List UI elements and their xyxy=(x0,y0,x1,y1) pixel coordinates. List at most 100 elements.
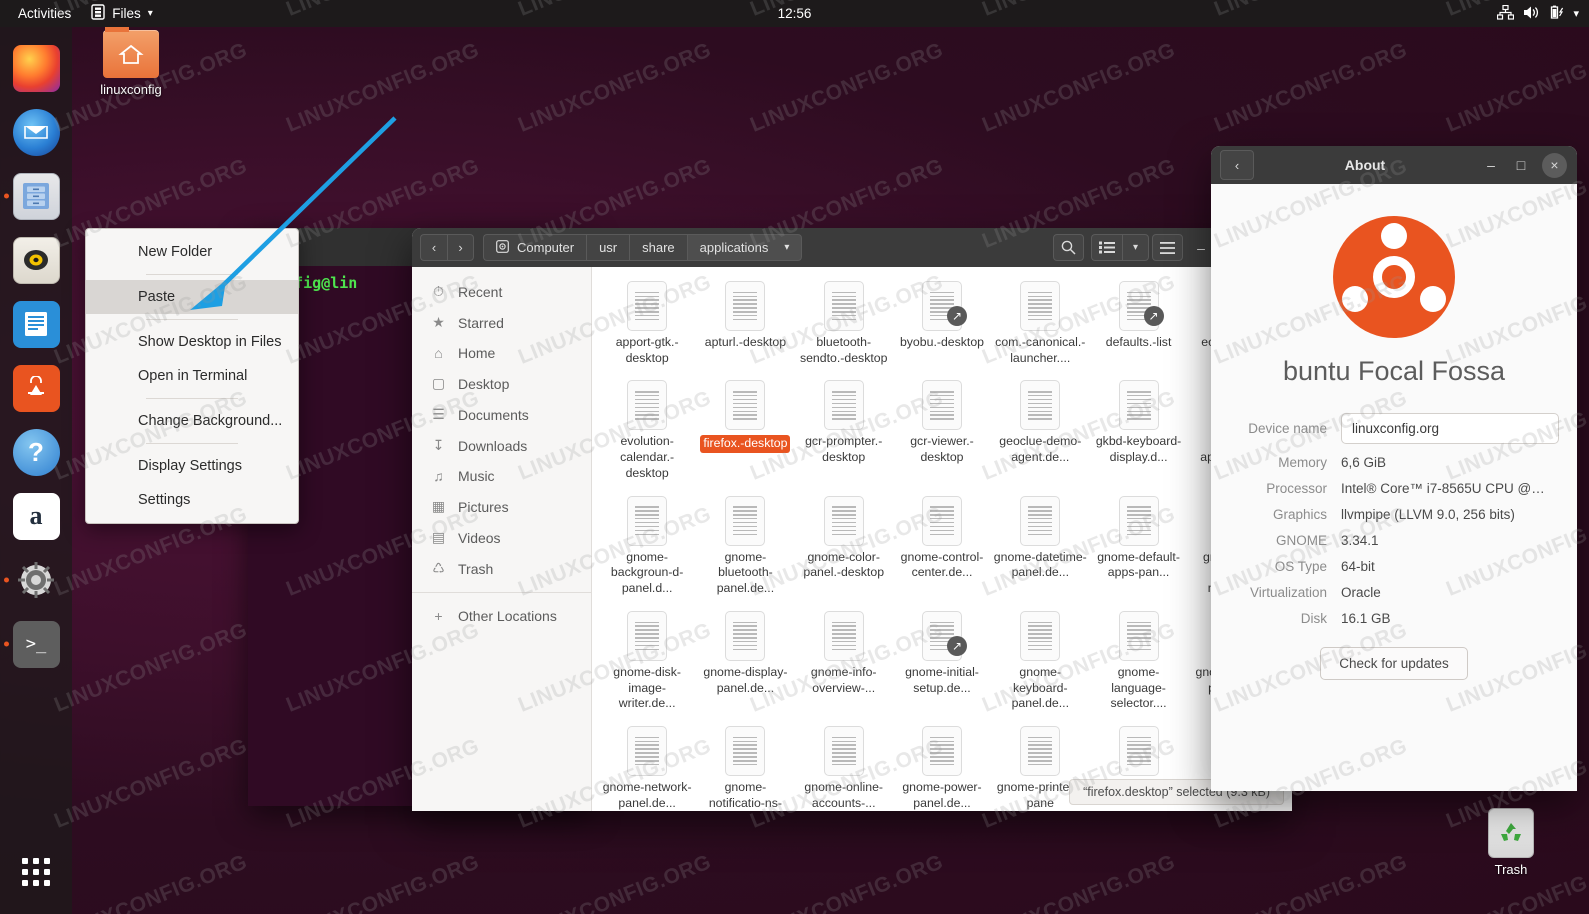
context-menu-item-paste[interactable]: Paste xyxy=(86,280,298,314)
file-item[interactable]: gnome-color-panel.-desktop xyxy=(795,492,893,601)
device-name-field[interactable]: linuxconfig.org xyxy=(1341,412,1559,444)
context-menu-item-settings[interactable]: Settings xyxy=(86,483,298,517)
maximize-button[interactable]: □ xyxy=(1506,151,1536,179)
chevron-down-icon[interactable]: ▾ xyxy=(784,242,789,253)
about-title: About xyxy=(1344,157,1386,173)
breadcrumb-applications[interactable]: applications ▾ xyxy=(686,234,803,261)
file-manager-window[interactable]: ‹ › Computer usr share applications ▾ ▾ … xyxy=(412,228,1292,811)
about-row-value: 6,6 GiB xyxy=(1341,454,1387,470)
clock[interactable]: 12:56 xyxy=(778,6,812,21)
file-item[interactable]: gnome-network-panel.de... xyxy=(598,722,696,811)
file-item[interactable]: evolution-calendar.-desktop xyxy=(598,376,696,485)
sidebar-item-other-locations[interactable]: + Other Locations xyxy=(412,601,591,631)
dock-item-amazon[interactable]: a xyxy=(0,484,72,548)
file-item[interactable]: bluetooth-sendto.-desktop xyxy=(795,277,893,370)
file-item[interactable]: gnome-bluetooth-panel.de... xyxy=(696,492,794,601)
app-menu-files[interactable]: Files ▾ xyxy=(81,0,163,27)
sidebar-item-documents[interactable]: ☰ Documents xyxy=(412,399,591,430)
dock-item-libreoffice-writer[interactable] xyxy=(0,292,72,356)
sidebar-item-desktop[interactable]: ▢ Desktop xyxy=(412,368,591,399)
dock-item-rhythmbox[interactable] xyxy=(0,228,72,292)
file-item[interactable]: gkbd-keyboard-display.d... xyxy=(1089,376,1187,485)
view-toggle-group[interactable]: ▾ xyxy=(1091,234,1149,261)
about-titlebar[interactable]: ‹ About – □ × xyxy=(1211,146,1577,184)
file-manager-titlebar[interactable]: ‹ › Computer usr share applications ▾ ▾ … xyxy=(412,228,1292,267)
file-item[interactable]: ↗ byobu.-desktop xyxy=(893,277,991,370)
back-button[interactable]: ‹ xyxy=(420,234,447,261)
dock-item-firefox[interactable] xyxy=(0,36,72,100)
dock-item-files[interactable] xyxy=(0,164,72,228)
music-icon: ♫ xyxy=(433,468,444,484)
file-item[interactable]: ↗ defaults.-list xyxy=(1089,277,1187,370)
about-dialog[interactable]: ‹ About – □ × buntu Focal Fossa Device n… xyxy=(1211,146,1577,791)
check-for-updates-button[interactable]: Check for updates xyxy=(1320,647,1468,680)
sidebar-item-label: Other Locations xyxy=(458,608,557,624)
sidebar-item-recent[interactable]: ⏱ Recent xyxy=(412,276,591,307)
sidebar-item-home[interactable]: ⌂ Home xyxy=(412,338,591,368)
sidebar-item-trash[interactable]: ♺ Trash xyxy=(412,553,591,584)
file-item[interactable]: gnome-keyboard-panel.de... xyxy=(991,607,1089,716)
file-item[interactable]: firefox.-desktop xyxy=(696,376,794,485)
dock-item-thunderbird[interactable] xyxy=(0,100,72,164)
context-menu-item-display-settings[interactable]: Display Settings xyxy=(86,449,298,483)
breadcrumb-computer[interactable]: Computer xyxy=(483,234,587,261)
navigation-buttons[interactable]: ‹ › xyxy=(420,234,474,261)
breadcrumb-usr[interactable]: usr xyxy=(586,234,630,261)
file-item[interactable]: gnome-datetime-panel.de... xyxy=(991,492,1089,601)
breadcrumb[interactable]: Computer usr share applications ▾ xyxy=(483,234,803,261)
document-file-icon xyxy=(823,610,864,661)
sidebar-item-downloads[interactable]: ↧ Downloads xyxy=(412,430,591,461)
minimize-button[interactable]: – xyxy=(1476,151,1506,179)
sidebar-item-starred[interactable]: ★ Starred xyxy=(412,307,591,338)
file-item[interactable]: gcr-viewer.-desktop xyxy=(893,376,991,485)
file-item-label: gnome-bluetooth-panel.de... xyxy=(716,549,775,596)
context-menu-item-show-desktop-in-files[interactable]: Show Desktop in Files xyxy=(86,325,298,359)
file-item[interactable]: ↗ gnome-initial-setup.de... xyxy=(893,607,991,716)
file-item[interactable]: com.-canonical.-launcher.... xyxy=(991,277,1089,370)
desktop-icon-trash[interactable]: Trash xyxy=(1463,808,1559,877)
file-item[interactable]: gnome-power-panel.de... xyxy=(893,722,991,811)
file-item[interactable]: gcr-prompter.-desktop xyxy=(795,376,893,485)
breadcrumb-share[interactable]: share xyxy=(629,234,687,261)
back-button[interactable]: ‹ xyxy=(1220,150,1254,180)
close-button[interactable]: × xyxy=(1542,152,1567,178)
hamburger-menu-icon[interactable] xyxy=(1152,234,1183,261)
show-applications-button[interactable] xyxy=(0,844,72,900)
forward-button[interactable]: › xyxy=(447,234,474,261)
desktop-icon-linuxconfig[interactable]: linuxconfig xyxy=(83,24,179,97)
view-options-chevron-down-icon[interactable]: ▾ xyxy=(1122,234,1149,261)
file-grid-area[interactable]: apport-gtk.-desktop apturl.-desktop blueto… xyxy=(592,267,1292,811)
dock-item-ubuntu-software[interactable] xyxy=(0,356,72,420)
search-icon[interactable] xyxy=(1053,234,1084,261)
chevron-down-icon[interactable]: ▾ xyxy=(1573,7,1579,20)
file-item-label: evolution-calendar.-desktop xyxy=(620,434,675,480)
file-manager-sidebar[interactable]: ⏱ Recent ★ Starred ⌂ Home ▢ Desktop ☰ Do… xyxy=(412,267,592,811)
watermark-text: LINUXCONFIG.ORG xyxy=(1210,850,1411,914)
dock-item-terminal[interactable]: >_ xyxy=(0,612,72,676)
system-indicators[interactable]: ▾ xyxy=(1497,4,1579,23)
desktop-context-menu[interactable]: New Folder Paste Show Desktop in Files O… xyxy=(85,228,299,524)
context-menu-item-change-background[interactable]: Change Background... xyxy=(86,404,298,438)
file-item[interactable]: gnome-language-selector.... xyxy=(1089,607,1187,716)
file-item[interactable]: gnome-online-accounts-... xyxy=(795,722,893,811)
sidebar-item-pictures[interactable]: ▦ Pictures xyxy=(412,491,591,522)
file-item[interactable]: gnome-disk-image-writer.de... xyxy=(598,607,696,716)
dock-item-settings[interactable] xyxy=(0,548,72,612)
file-item[interactable]: geoclue-demo-agent.de... xyxy=(991,376,1089,485)
file-item[interactable]: apturl.-desktop xyxy=(696,277,794,370)
file-item[interactable]: gnome-info-overview-... xyxy=(795,607,893,716)
document-file-icon: ↗ xyxy=(921,610,967,661)
file-item[interactable]: gnome-control-center.de... xyxy=(893,492,991,601)
list-view-icon[interactable] xyxy=(1091,234,1122,261)
file-item[interactable]: gnome-default-apps-pan... xyxy=(1089,492,1187,601)
file-item[interactable]: gnome-notificatio-ns-panel.... xyxy=(696,722,794,811)
file-item[interactable]: gnome-backgroun-d-panel.d... xyxy=(598,492,696,601)
sidebar-item-music[interactable]: ♫ Music xyxy=(412,461,591,491)
file-item[interactable]: gnome-display-panel.de... xyxy=(696,607,794,716)
activities-button[interactable]: Activities xyxy=(8,0,81,27)
sidebar-item-videos[interactable]: ▤ Videos xyxy=(412,522,591,553)
context-menu-item-new-folder[interactable]: New Folder xyxy=(86,235,298,269)
dock-item-help[interactable]: ? xyxy=(0,420,72,484)
file-item[interactable]: apport-gtk.-desktop xyxy=(598,277,696,370)
context-menu-item-open-in-terminal[interactable]: Open in Terminal xyxy=(86,359,298,393)
